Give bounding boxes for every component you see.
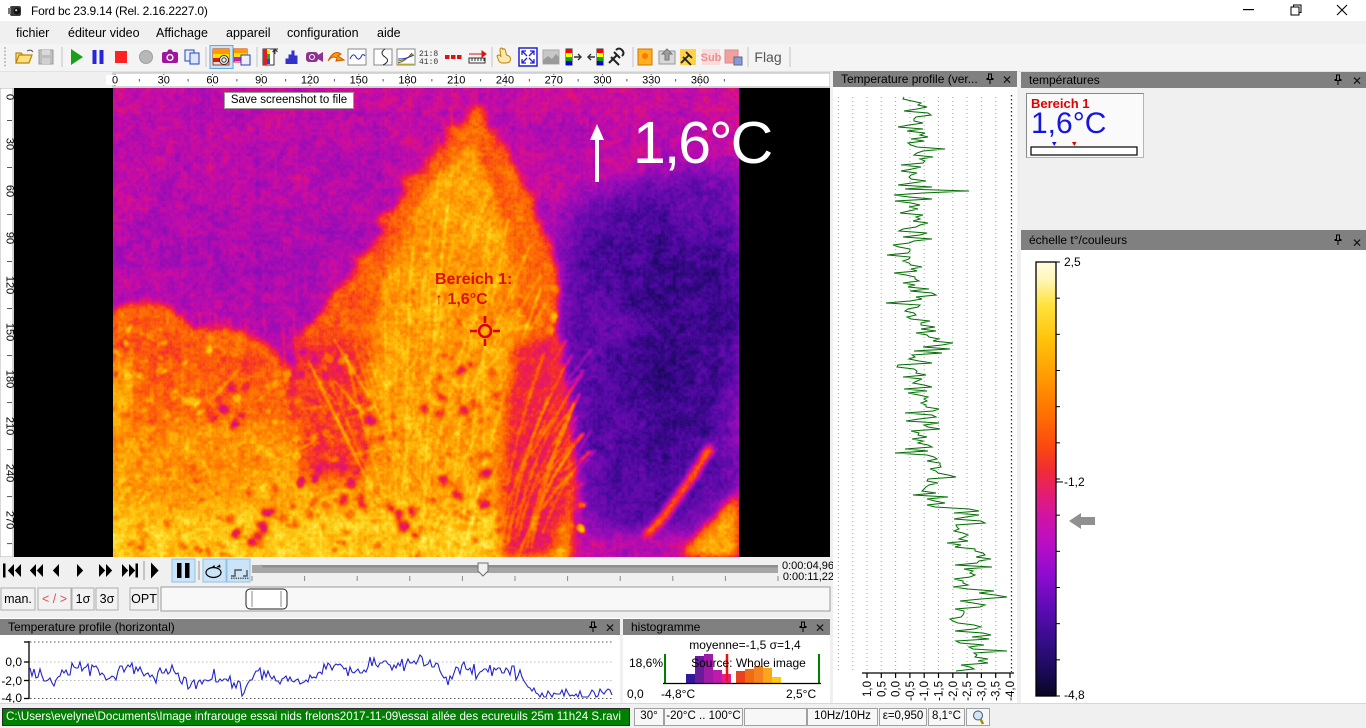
svg-text:270: 270 [4,511,15,529]
svg-text:3σ: 3σ [100,592,115,606]
svg-text:210: 210 [4,417,15,435]
svg-text:240: 240 [496,75,514,87]
svg-text:-4,8: -4,8 [1064,688,1085,702]
svg-text:1,0: 1,0 [862,681,874,697]
svg-text:360: 360 [691,75,709,87]
svg-text:150: 150 [350,75,368,87]
svg-text:-3,0: -3,0 [976,681,988,701]
svg-text:2,5: 2,5 [1064,255,1081,269]
svg-text:-1,2: -1,2 [1064,475,1085,489]
svg-text:-1,0: -1,0 [919,681,931,701]
svg-text:330: 330 [642,75,660,87]
svg-text:270: 270 [545,75,563,87]
svg-text:0:00:11,22: 0:00:11,22 [783,571,834,583]
svg-text:120: 120 [4,276,15,294]
svg-text:0,5: 0,5 [876,681,888,697]
svg-text:-4,0: -4,0 [1005,681,1017,701]
svg-text:150: 150 [4,323,15,341]
svg-text:0: 0 [4,94,15,100]
svg-text:120: 120 [301,75,319,87]
svg-text:180: 180 [398,75,416,87]
svg-text:0: 0 [112,75,118,87]
svg-text:90: 90 [4,232,15,244]
svg-text:0,0: 0,0 [5,655,22,669]
svg-text:1σ: 1σ [76,592,91,606]
svg-text:-1,5: -1,5 [934,681,946,701]
svg-text:180: 180 [4,370,15,388]
svg-text:41:0: 41:0 [419,58,438,67]
svg-text:60: 60 [206,75,218,87]
svg-text:0,0: 0,0 [891,681,903,697]
svg-text:-2,0: -2,0 [1,674,22,688]
svg-text:-0,5: -0,5 [905,681,917,701]
svg-text:OPT: OPT [131,592,157,606]
svg-text:30: 30 [4,138,15,150]
svg-text:300: 300 [593,75,611,87]
svg-text:Flag: Flag [754,49,781,65]
svg-text:man.: man. [4,592,32,606]
svg-text:60: 60 [4,185,15,197]
svg-text:< / >: < / > [42,592,67,606]
svg-text:240: 240 [4,464,15,482]
svg-text:210: 210 [447,75,465,87]
svg-text:30: 30 [158,75,170,87]
svg-text:-2,0: -2,0 [948,681,960,701]
svg-text:90: 90 [255,75,267,87]
svg-text:-2,5: -2,5 [962,681,974,701]
svg-text:-3,5: -3,5 [991,681,1003,701]
